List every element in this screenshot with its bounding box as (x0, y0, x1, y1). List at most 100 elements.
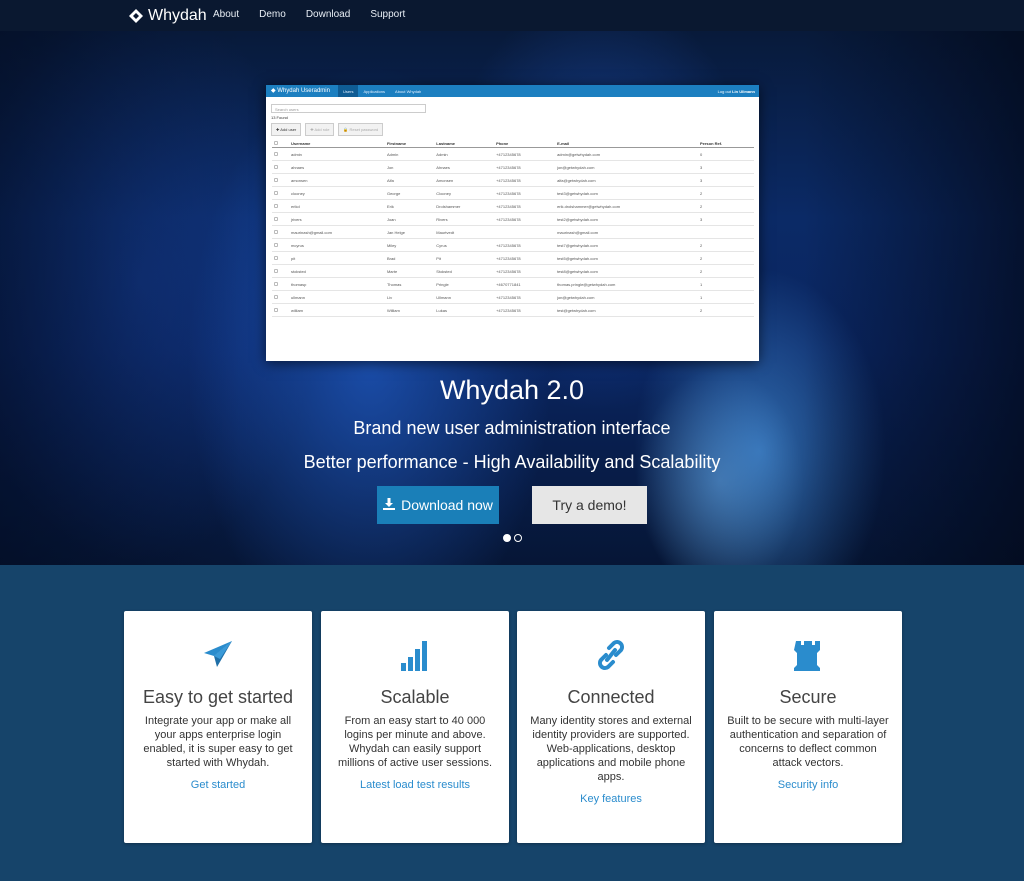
cell-person-ref: 3 (697, 160, 754, 174)
table-row: stoksted Marte Stoksted +4712345678 test8@ge… (272, 264, 754, 278)
cell-email: thomas.pringle@getwhydah.com (555, 277, 698, 291)
cell-lastname: Ullmann (434, 290, 495, 304)
table-header-lastname: Lastname (434, 140, 495, 148)
cell-lastname: Rivers (434, 212, 495, 226)
carousel-indicator-2[interactable] (514, 534, 522, 542)
download-now-button[interactable]: Download now (377, 486, 499, 524)
cell-username: jrivers (289, 212, 385, 226)
cell-phone: +4712345678 (494, 186, 556, 200)
table-header-firstname: Firstname (384, 140, 435, 148)
useradmin-add-role-button: ✚ Add role (305, 123, 335, 136)
cell-firstname: Thomas (384, 277, 435, 291)
useradmin-result-count: 13 Found (271, 115, 288, 120)
cell-phone: +4712345678 (494, 160, 556, 174)
cell-person-ref: 3 (697, 212, 754, 226)
table-header-phone: Phone (494, 140, 556, 148)
cell-firstname: Jon (384, 160, 435, 174)
cell-email: test2@getwhydah.com (555, 212, 698, 226)
cell-username: ullmann (289, 290, 385, 304)
useradmin-tab-about: About Whydah (395, 89, 422, 94)
nav-link-support[interactable]: Support (370, 9, 405, 20)
castle-tower-icon (714, 639, 902, 673)
cell-phone: +4712345678 (494, 212, 556, 226)
row-checkbox (272, 238, 289, 252)
table-row: admin Admin Admin +4712345678 admin@getwhyda… (272, 147, 754, 161)
cell-username: thomasp (289, 277, 385, 291)
cell-username: admin (289, 147, 385, 161)
useradmin-search-input: Search users (271, 104, 426, 113)
cell-phone: +4712345678 (494, 173, 556, 187)
load-test-results-link[interactable]: Latest load test results (321, 779, 509, 791)
cell-firstname: George (384, 186, 435, 200)
hero-carousel: ◆ Whydah Useradmin Users Applications Ab… (0, 31, 1024, 565)
brand-home-link[interactable]: Whydah (129, 5, 207, 27)
cell-person-ref: 0 (697, 147, 754, 161)
nav-link-demo[interactable]: Demo (259, 9, 286, 20)
cell-email: jon@getwhydah.com (555, 290, 698, 304)
nav-link-download[interactable]: Download (306, 9, 350, 20)
useradmin-screenshot: ◆ Whydah Useradmin Users Applications Ab… (266, 85, 759, 361)
row-checkbox (272, 290, 289, 304)
cell-email: test5@getwhydah.com (555, 251, 698, 265)
cell-username: amonsen (289, 173, 385, 187)
cell-lastname: Clooney (434, 186, 495, 200)
cell-lastname: Ahnaes (434, 160, 495, 174)
brand-name: Whydah (148, 7, 207, 24)
get-started-link[interactable]: Get started (124, 779, 312, 791)
cell-username: william (289, 303, 385, 317)
table-row: ahnaes Jon Ahnaes +4712345678 jon@getwhydah.… (272, 160, 754, 174)
row-checkbox (272, 199, 289, 213)
carousel-indicator-1[interactable] (503, 534, 511, 542)
cell-username: clooney (289, 186, 385, 200)
cell-lastname: Stoksted (434, 264, 495, 278)
cell-email: jon@getwhydah.com (555, 160, 698, 174)
cell-phone: +4712345678 (494, 264, 556, 278)
hero-subtitle: Brand new user administration interface (353, 418, 671, 438)
chain-link-icon (517, 639, 705, 673)
security-info-link[interactable]: Security info (714, 779, 902, 791)
table-row: amonsen Alfa Amonsen +4712345678 alfa@getwhy… (272, 173, 754, 187)
cell-username: maurinash@gmail.com (289, 225, 385, 239)
table-row: mcyrus Miley Cyrus +4712345678 test7@getwhyd… (272, 238, 754, 252)
cell-firstname: Admin (384, 147, 435, 161)
cell-email: admin@getwhydah.com (555, 147, 698, 161)
whydah-logo-icon (129, 9, 143, 23)
row-checkbox (272, 251, 289, 265)
nav-link-about[interactable]: About (213, 9, 239, 20)
download-now-label: Download now (401, 497, 493, 513)
cell-username: erikd (289, 199, 385, 213)
cell-firstname: Miley (384, 238, 435, 252)
row-checkbox (272, 160, 289, 174)
cell-username: stoksted (289, 264, 385, 278)
key-features-link[interactable]: Key features (517, 793, 705, 805)
cell-phone: +4712345678 (494, 303, 556, 317)
hero-tagline: Better performance - High Availability a… (303, 452, 721, 472)
cell-person-ref (697, 225, 754, 239)
table-row: thomasp Thomas Pringle +4670771841 thomas.pr… (272, 277, 754, 291)
row-checkbox (272, 277, 289, 291)
cell-email: maurinash@gmail.com (555, 225, 698, 239)
table-header-person-ref: Person Ref. (697, 140, 754, 148)
feature-card-scalable: Scalable From an easy start to 40 000 lo… (321, 611, 509, 843)
cell-email: alfa@getwhydah.com (555, 173, 698, 187)
cell-lastname: Amonsen (434, 173, 495, 187)
table-row: william William Lukas +4712345678 test@getwh… (272, 303, 754, 317)
try-demo-button[interactable]: Try a demo! (532, 486, 647, 524)
cell-lastname: Pit (434, 251, 495, 265)
useradmin-logout: Log out Lin Ullmann (717, 89, 755, 94)
useradmin-header: ◆ Whydah Useradmin Users Applications Ab… (266, 85, 759, 97)
carousel-indicators (503, 534, 522, 542)
table-row: ullmann Liv Ullmann +4712345678 jon@getwhyda… (272, 290, 754, 304)
hero-background-shade (804, 31, 1024, 565)
feature-card-easy: Easy to get started Integrate your app o… (124, 611, 312, 843)
paper-plane-icon (124, 639, 312, 673)
cell-lastname: Drolshammer (434, 199, 495, 213)
cell-firstname: Brad (384, 251, 435, 265)
cell-phone: +4670771841 (494, 277, 556, 291)
cell-lastname: Pringle (434, 277, 495, 291)
download-icon (383, 497, 396, 513)
cell-person-ref: 2 (697, 238, 754, 252)
hero-title: Whydah 2.0 (439, 375, 585, 405)
feature-card-connected: Connected Many identity stores and exter… (517, 611, 705, 843)
cell-firstname: Alfa (384, 173, 435, 187)
